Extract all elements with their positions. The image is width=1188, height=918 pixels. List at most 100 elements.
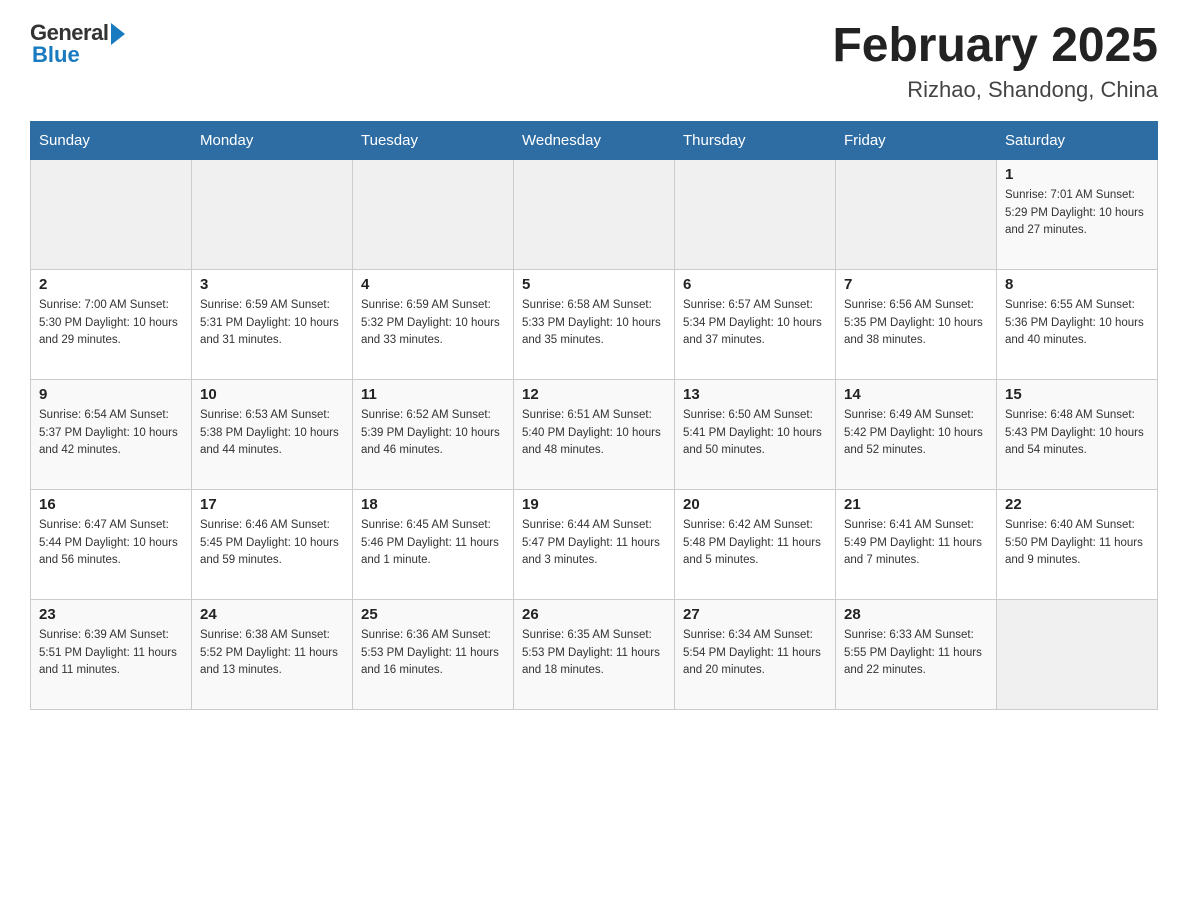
day-number: 26 bbox=[522, 606, 666, 623]
day-info: Sunrise: 6:38 AM Sunset: 5:52 PM Dayligh… bbox=[200, 627, 344, 680]
weekday-header-sunday: Sunday bbox=[31, 121, 192, 159]
day-number: 1 bbox=[1005, 166, 1149, 183]
calendar-week-row: 23 Sunrise: 6:39 AM Sunset: 5:51 PM Dayli… bbox=[31, 599, 1158, 709]
day-info: Sunrise: 6:40 AM Sunset: 5:50 PM Dayligh… bbox=[1005, 517, 1149, 570]
calendar-cell: 19 Sunrise: 6:44 AM Sunset: 5:47 PM Dayli… bbox=[514, 489, 675, 599]
day-number: 3 bbox=[200, 276, 344, 293]
calendar-cell: 24 Sunrise: 6:38 AM Sunset: 5:52 PM Dayli… bbox=[192, 599, 353, 709]
weekday-header-friday: Friday bbox=[836, 121, 997, 159]
day-number: 27 bbox=[683, 606, 827, 623]
calendar-cell: 6Sunrise: 6:57 AM Sunset: 5:34 PM Daylig… bbox=[675, 269, 836, 379]
calendar-cell: 23 Sunrise: 6:39 AM Sunset: 5:51 PM Dayli… bbox=[31, 599, 192, 709]
day-number: 6 bbox=[683, 276, 827, 293]
title-area: February 2025 Rizhao, Shandong, China bbox=[832, 20, 1158, 103]
day-info: Sunrise: 6:45 AM Sunset: 5:46 PM Dayligh… bbox=[361, 517, 505, 570]
page-header: General Blue February 2025 Rizhao, Shand… bbox=[30, 20, 1158, 103]
day-info: Sunrise: 7:00 AM Sunset: 5:30 PM Dayligh… bbox=[39, 297, 183, 350]
calendar-cell bbox=[514, 159, 675, 269]
calendar-cell bbox=[192, 159, 353, 269]
calendar-cell: 4 Sunrise: 6:59 AM Sunset: 5:32 PM Daylig… bbox=[353, 269, 514, 379]
day-number: 16 bbox=[39, 496, 183, 513]
calendar-cell: 26 Sunrise: 6:35 AM Sunset: 5:53 PM Dayli… bbox=[514, 599, 675, 709]
calendar-cell: 20 Sunrise: 6:42 AM Sunset: 5:48 PM Dayli… bbox=[675, 489, 836, 599]
calendar-cell: 10 Sunrise: 6:53 AM Sunset: 5:38 PM Dayli… bbox=[192, 379, 353, 489]
calendar-cell: 15 Sunrise: 6:48 AM Sunset: 5:43 PM Dayli… bbox=[997, 379, 1158, 489]
calendar-cell bbox=[353, 159, 514, 269]
day-number: 19 bbox=[522, 496, 666, 513]
calendar-cell: 3 Sunrise: 6:59 AM Sunset: 5:31 PM Daylig… bbox=[192, 269, 353, 379]
logo-blue-text: Blue bbox=[32, 42, 80, 68]
calendar-week-row: 1 Sunrise: 7:01 AM Sunset: 5:29 PM Daylig… bbox=[31, 159, 1158, 269]
day-number: 21 bbox=[844, 496, 988, 513]
day-info: Sunrise: 6:58 AM Sunset: 5:33 PM Dayligh… bbox=[522, 297, 666, 350]
day-info: Sunrise: 6:53 AM Sunset: 5:38 PM Dayligh… bbox=[200, 407, 344, 460]
day-number: 8 bbox=[1005, 276, 1149, 293]
calendar-cell: 13 Sunrise: 6:50 AM Sunset: 5:41 PM Dayli… bbox=[675, 379, 836, 489]
day-number: 24 bbox=[200, 606, 344, 623]
day-info: Sunrise: 6:46 AM Sunset: 5:45 PM Dayligh… bbox=[200, 517, 344, 570]
weekday-header-tuesday: Tuesday bbox=[353, 121, 514, 159]
day-number: 18 bbox=[361, 496, 505, 513]
calendar-cell bbox=[31, 159, 192, 269]
day-info: Sunrise: 6:50 AM Sunset: 5:41 PM Dayligh… bbox=[683, 407, 827, 460]
month-title: February 2025 bbox=[832, 20, 1158, 73]
weekday-header-monday: Monday bbox=[192, 121, 353, 159]
day-number: 12 bbox=[522, 386, 666, 403]
calendar-cell: 25Sunrise: 6:36 AM Sunset: 5:53 PM Dayli… bbox=[353, 599, 514, 709]
day-info: Sunrise: 6:47 AM Sunset: 5:44 PM Dayligh… bbox=[39, 517, 183, 570]
weekday-header-row: SundayMondayTuesdayWednesdayThursdayFrid… bbox=[31, 121, 1158, 159]
location-title: Rizhao, Shandong, China bbox=[832, 77, 1158, 103]
day-info: Sunrise: 6:33 AM Sunset: 5:55 PM Dayligh… bbox=[844, 627, 988, 680]
day-number: 11 bbox=[361, 386, 505, 403]
day-info: Sunrise: 6:55 AM Sunset: 5:36 PM Dayligh… bbox=[1005, 297, 1149, 350]
calendar-cell: 12Sunrise: 6:51 AM Sunset: 5:40 PM Dayli… bbox=[514, 379, 675, 489]
day-info: Sunrise: 6:49 AM Sunset: 5:42 PM Dayligh… bbox=[844, 407, 988, 460]
calendar-cell bbox=[997, 599, 1158, 709]
day-number: 5 bbox=[522, 276, 666, 293]
day-info: Sunrise: 6:59 AM Sunset: 5:31 PM Dayligh… bbox=[200, 297, 344, 350]
calendar-cell: 18 Sunrise: 6:45 AM Sunset: 5:46 PM Dayli… bbox=[353, 489, 514, 599]
calendar-cell: 17Sunrise: 6:46 AM Sunset: 5:45 PM Dayli… bbox=[192, 489, 353, 599]
logo-arrow-icon bbox=[111, 23, 125, 45]
day-number: 7 bbox=[844, 276, 988, 293]
weekday-header-thursday: Thursday bbox=[675, 121, 836, 159]
day-info: Sunrise: 6:59 AM Sunset: 5:32 PM Dayligh… bbox=[361, 297, 505, 350]
calendar-cell bbox=[675, 159, 836, 269]
day-info: Sunrise: 6:34 AM Sunset: 5:54 PM Dayligh… bbox=[683, 627, 827, 680]
day-info: Sunrise: 6:42 AM Sunset: 5:48 PM Dayligh… bbox=[683, 517, 827, 570]
day-info: Sunrise: 6:56 AM Sunset: 5:35 PM Dayligh… bbox=[844, 297, 988, 350]
day-info: Sunrise: 6:36 AM Sunset: 5:53 PM Dayligh… bbox=[361, 627, 505, 680]
day-number: 2 bbox=[39, 276, 183, 293]
logo: General Blue bbox=[30, 20, 125, 68]
day-number: 15 bbox=[1005, 386, 1149, 403]
day-info: Sunrise: 7:01 AM Sunset: 5:29 PM Dayligh… bbox=[1005, 187, 1149, 240]
day-number: 28 bbox=[844, 606, 988, 623]
calendar-cell: 1 Sunrise: 7:01 AM Sunset: 5:29 PM Daylig… bbox=[997, 159, 1158, 269]
calendar-cell: 5 Sunrise: 6:58 AM Sunset: 5:33 PM Daylig… bbox=[514, 269, 675, 379]
day-info: Sunrise: 6:54 AM Sunset: 5:37 PM Dayligh… bbox=[39, 407, 183, 460]
calendar-cell: 2 Sunrise: 7:00 AM Sunset: 5:30 PM Daylig… bbox=[31, 269, 192, 379]
calendar-cell: 11 Sunrise: 6:52 AM Sunset: 5:39 PM Dayli… bbox=[353, 379, 514, 489]
day-number: 4 bbox=[361, 276, 505, 293]
day-number: 13 bbox=[683, 386, 827, 403]
weekday-header-saturday: Saturday bbox=[997, 121, 1158, 159]
calendar-cell: 21 Sunrise: 6:41 AM Sunset: 5:49 PM Dayli… bbox=[836, 489, 997, 599]
day-info: Sunrise: 6:44 AM Sunset: 5:47 PM Dayligh… bbox=[522, 517, 666, 570]
calendar-cell: 8 Sunrise: 6:55 AM Sunset: 5:36 PM Daylig… bbox=[997, 269, 1158, 379]
day-number: 14 bbox=[844, 386, 988, 403]
day-info: Sunrise: 6:52 AM Sunset: 5:39 PM Dayligh… bbox=[361, 407, 505, 460]
weekday-header-wednesday: Wednesday bbox=[514, 121, 675, 159]
day-number: 23 bbox=[39, 606, 183, 623]
day-info: Sunrise: 6:48 AM Sunset: 5:43 PM Dayligh… bbox=[1005, 407, 1149, 460]
day-info: Sunrise: 6:41 AM Sunset: 5:49 PM Dayligh… bbox=[844, 517, 988, 570]
calendar-cell: 16 Sunrise: 6:47 AM Sunset: 5:44 PM Dayli… bbox=[31, 489, 192, 599]
day-number: 20 bbox=[683, 496, 827, 513]
calendar-week-row: 16 Sunrise: 6:47 AM Sunset: 5:44 PM Dayli… bbox=[31, 489, 1158, 599]
day-info: Sunrise: 6:39 AM Sunset: 5:51 PM Dayligh… bbox=[39, 627, 183, 680]
calendar-cell: 9Sunrise: 6:54 AM Sunset: 5:37 PM Daylig… bbox=[31, 379, 192, 489]
calendar-week-row: 9Sunrise: 6:54 AM Sunset: 5:37 PM Daylig… bbox=[31, 379, 1158, 489]
day-info: Sunrise: 6:35 AM Sunset: 5:53 PM Dayligh… bbox=[522, 627, 666, 680]
day-number: 10 bbox=[200, 386, 344, 403]
calendar-table: SundayMondayTuesdayWednesdayThursdayFrid… bbox=[30, 121, 1158, 710]
calendar-week-row: 2 Sunrise: 7:00 AM Sunset: 5:30 PM Daylig… bbox=[31, 269, 1158, 379]
